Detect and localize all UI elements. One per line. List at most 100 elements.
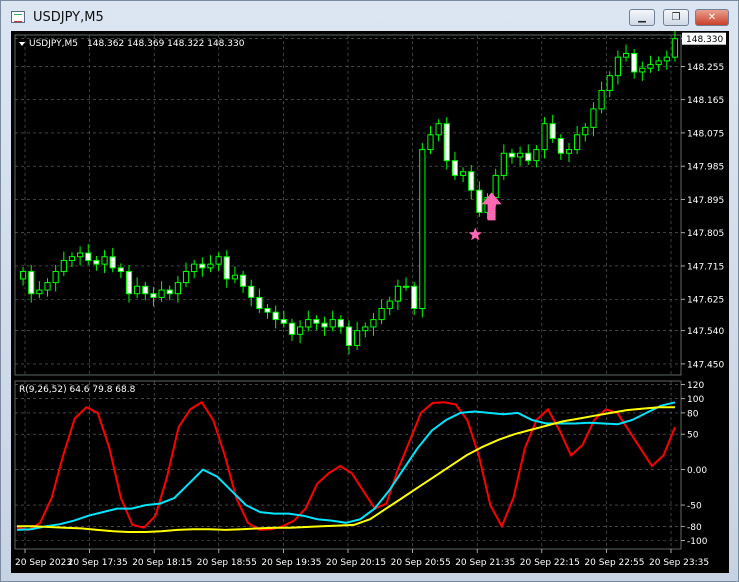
bear-candle bbox=[93, 259, 100, 265]
indicator-tick-label: 50 bbox=[687, 431, 699, 441]
time-tick-label: 20 Sep 20:55 bbox=[391, 558, 451, 568]
indicator-tick-label: 80 bbox=[687, 409, 699, 419]
bull-candle bbox=[215, 256, 222, 265]
bull-candle bbox=[19, 271, 27, 280]
price-tick-label: 148.165 bbox=[687, 96, 724, 106]
bull-candle bbox=[134, 285, 141, 295]
bear-candle bbox=[150, 293, 157, 298]
bull-candle bbox=[60, 259, 67, 273]
bear-candle bbox=[109, 256, 116, 269]
bear-candle bbox=[337, 319, 344, 328]
time-tick-label: 20 Sep 18:15 bbox=[132, 558, 192, 568]
bull-candle bbox=[459, 171, 467, 176]
bull-candle bbox=[378, 307, 385, 321]
bull-candle bbox=[182, 271, 190, 284]
close-button[interactable]: ✕ bbox=[695, 9, 729, 26]
bull-candle bbox=[419, 149, 426, 309]
bull-candle bbox=[158, 289, 165, 298]
bear-candle bbox=[345, 326, 353, 346]
bull-candle bbox=[427, 134, 434, 151]
indicator-tick-label: -100 bbox=[687, 537, 708, 547]
bear-candle bbox=[280, 319, 287, 324]
bull-candle bbox=[565, 149, 573, 154]
price-tick-label: 147.715 bbox=[687, 262, 724, 272]
time-tick-label: 20 Sep 22:15 bbox=[520, 558, 580, 568]
indicator-tick-label: 100 bbox=[687, 395, 704, 405]
bear-candle bbox=[468, 171, 475, 191]
bull-candle bbox=[386, 300, 393, 309]
bull-candle bbox=[77, 252, 84, 258]
time-tick-label: 20 Sep 22:55 bbox=[584, 558, 644, 568]
time-tick-label: 20 Sep 19:35 bbox=[261, 558, 321, 568]
bear-candle bbox=[264, 307, 271, 313]
bear-candle bbox=[313, 319, 320, 324]
bull-candle bbox=[533, 149, 540, 162]
time-tick-label: 20 Sep 17:35 bbox=[68, 558, 128, 568]
price-chart[interactable]: 148.330 148.255 148.165 148.075 147.985 147.8… bbox=[11, 31, 729, 573]
bull-candle bbox=[663, 56, 670, 62]
bull-candle bbox=[590, 108, 597, 128]
bear-candle bbox=[549, 123, 556, 139]
bear-candle bbox=[248, 285, 255, 298]
bull-candle bbox=[207, 263, 214, 269]
bull-candle bbox=[622, 52, 630, 58]
price-tick-label: 148.075 bbox=[687, 129, 724, 139]
bear-candle bbox=[525, 152, 532, 162]
bear-candle bbox=[508, 152, 516, 158]
indicator-tick-label: 120 bbox=[687, 381, 704, 391]
bear-candle bbox=[117, 267, 124, 273]
indicator-tick-label: 0.00 bbox=[687, 466, 707, 476]
bull-candle bbox=[191, 263, 198, 273]
bull-candle bbox=[101, 256, 108, 265]
bear-candle bbox=[28, 271, 35, 295]
bear-candle bbox=[451, 160, 459, 176]
symbol-label: USDJPY,M5 bbox=[29, 39, 78, 49]
bear-candle bbox=[239, 274, 247, 287]
bull-candle bbox=[647, 64, 654, 69]
bull-candle bbox=[394, 285, 401, 302]
time-tick-label: 20 Sep 2023 bbox=[15, 558, 72, 568]
price-tick-label: 147.895 bbox=[687, 196, 724, 206]
bull-candle bbox=[492, 174, 499, 199]
minimize-button[interactable]: ▁ bbox=[629, 9, 655, 26]
maximize-button[interactable]: ❐ bbox=[663, 9, 689, 26]
bull-candle bbox=[52, 271, 59, 284]
bull-candle bbox=[541, 123, 548, 151]
time-tick-label: 20 Sep 23:35 bbox=[649, 558, 709, 568]
window-title: USDJPY,M5 bbox=[33, 10, 104, 25]
bull-candle bbox=[435, 123, 442, 136]
bull-candle bbox=[655, 60, 662, 66]
bull-candle bbox=[305, 319, 312, 328]
indicator-label: R(9,26,52) 64.6 79.8 68.8 bbox=[19, 385, 136, 395]
bear-candle bbox=[288, 322, 296, 335]
bear-candle bbox=[166, 289, 173, 295]
bear-candle bbox=[321, 322, 328, 328]
indicator-tick-label: -80 bbox=[687, 523, 702, 533]
time-tick-label: 20 Sep 18:55 bbox=[197, 558, 257, 568]
bull-candle bbox=[68, 256, 76, 261]
price-tick-label: 147.985 bbox=[687, 163, 724, 173]
bull-candle bbox=[639, 67, 646, 73]
bull-candle bbox=[44, 282, 51, 291]
price-tick-label: 147.540 bbox=[687, 327, 724, 337]
bull-candle bbox=[231, 274, 239, 280]
price-tick-label: 147.450 bbox=[687, 360, 724, 370]
price-tick-label: 148.255 bbox=[687, 63, 724, 73]
bear-candle bbox=[125, 271, 133, 295]
bull-candle bbox=[402, 285, 410, 288]
bull-candle bbox=[329, 319, 336, 328]
bull-candle bbox=[671, 38, 679, 58]
ohlc-values: 148.362 148.369 148.322 148.330 bbox=[87, 39, 245, 49]
price-tick-label: 147.805 bbox=[687, 229, 724, 239]
price-tick-label: 147.625 bbox=[687, 296, 724, 306]
chart-window-icon bbox=[11, 11, 25, 23]
bull-candle bbox=[297, 326, 304, 335]
bear-candle bbox=[411, 285, 418, 309]
bull-candle bbox=[606, 75, 613, 91]
current-price-label: 148.330 bbox=[686, 35, 723, 45]
title-bar[interactable]: USDJPY,M5 ▁ ❐ ✕ bbox=[1, 1, 738, 31]
indicator-tick-label: -50 bbox=[687, 502, 702, 512]
bull-candle bbox=[582, 126, 589, 136]
bear-candle bbox=[476, 189, 483, 213]
bull-candle bbox=[362, 326, 369, 332]
